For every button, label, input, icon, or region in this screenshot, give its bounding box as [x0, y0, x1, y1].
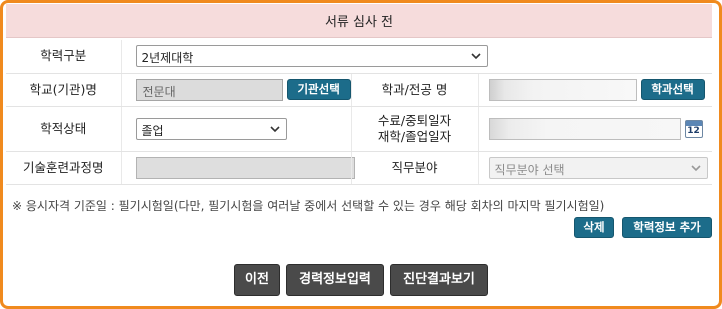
- education-type-value: 2년제대학: [141, 51, 194, 66]
- education-type-select[interactable]: 2년제대학: [135, 45, 488, 68]
- major-label: 학과/전공 명: [351, 73, 479, 107]
- completion-date-label: 수료/중퇴일자: [377, 112, 452, 128]
- job-field-value: 직무분야 선택: [494, 162, 565, 177]
- delete-button[interactable]: 삭제: [574, 217, 614, 238]
- chevron-down-icon: [269, 122, 281, 136]
- school-name-field[interactable]: 전문대: [135, 78, 283, 101]
- graduation-date-label: 재학/졸업일자: [377, 128, 452, 144]
- training-course-field[interactable]: [135, 156, 355, 179]
- eligibility-note: ※ 응시자격 기준일 : 필기시험일(다만, 필기시험을 여러날 중에서 선택할…: [12, 199, 605, 213]
- career-info-button[interactable]: 경력정보입력: [286, 264, 384, 296]
- education-form: 학력구분 2년제대학 학교(기관)명 전문대 기관선택 학과/전공 명 학과선택: [6, 40, 713, 185]
- education-type-label: 학력구분: [6, 40, 122, 74]
- calendar-icon[interactable]: 12: [684, 119, 703, 138]
- academic-status-select[interactable]: 졸업: [135, 117, 287, 140]
- chevron-down-icon: [690, 161, 702, 175]
- academic-status-label: 학적상태: [6, 106, 122, 152]
- training-course-label: 기술훈련과정명: [6, 151, 122, 185]
- job-field-select: 직무분야 선택: [488, 156, 708, 179]
- select-major-button[interactable]: 학과선택: [640, 79, 705, 100]
- chevron-down-icon: [470, 49, 482, 63]
- prev-button[interactable]: 이전: [234, 264, 280, 296]
- major-field[interactable]: [488, 78, 637, 101]
- page-title: 서류 심사 전: [6, 4, 712, 38]
- job-field-label: 직무분야: [351, 151, 479, 185]
- view-result-button[interactable]: 진단결과보기: [390, 264, 488, 296]
- school-name-label: 학교(기관)명: [6, 73, 122, 107]
- academic-status-value: 졸업: [141, 123, 164, 138]
- date-field[interactable]: [488, 117, 681, 140]
- select-institution-button[interactable]: 기관선택: [286, 79, 351, 100]
- add-education-button[interactable]: 학력정보 추가: [622, 217, 712, 238]
